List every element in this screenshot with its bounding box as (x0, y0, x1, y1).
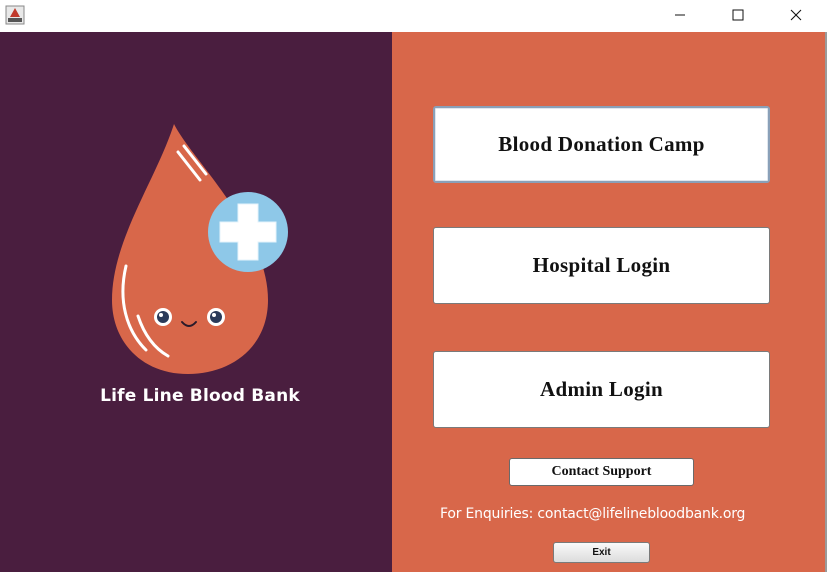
branding-panel: Life Line Blood Bank (0, 32, 392, 572)
hospital-login-button[interactable]: Hospital Login (433, 227, 770, 304)
minimize-icon (675, 14, 685, 16)
minimize-button[interactable] (657, 0, 703, 30)
bank-name-label: Life Line Blood Bank (100, 386, 300, 406)
blood-donation-camp-button[interactable]: Blood Donation Camp (433, 106, 770, 183)
admin-login-button[interactable]: Admin Login (433, 351, 770, 428)
menu-panel: Blood Donation Camp Hospital Login Admin… (392, 32, 825, 572)
enquiries-text: For Enquiries: contact@lifelinebloodbank… (440, 506, 746, 522)
blood-drop-with-plus-icon (112, 124, 288, 374)
maximize-icon (732, 9, 744, 21)
exit-button[interactable]: Exit (553, 542, 650, 563)
close-button[interactable] (773, 0, 819, 30)
maximize-button[interactable] (715, 0, 761, 30)
close-icon (790, 9, 802, 21)
contact-support-button[interactable]: Contact Support (509, 458, 694, 486)
title-bar (0, 0, 827, 32)
app-icon (5, 5, 25, 25)
